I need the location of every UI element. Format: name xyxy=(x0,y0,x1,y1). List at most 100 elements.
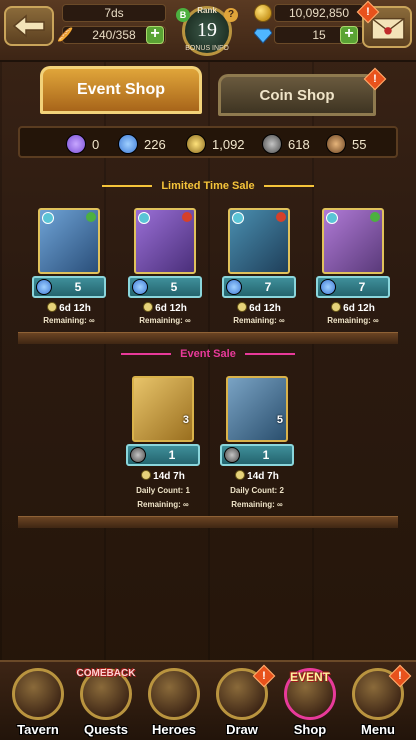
currency-value: 0 xyxy=(92,136,100,152)
help-icon[interactable]: ? xyxy=(224,8,238,22)
remaining-text: Remaining: ∞ xyxy=(327,316,379,325)
shelf-divider xyxy=(18,332,398,344)
currency-value: 55 xyxy=(352,136,367,152)
back-button[interactable] xyxy=(4,6,54,46)
price-bar: 5 xyxy=(128,276,202,298)
gray-medal-icon xyxy=(130,447,146,463)
nav-label: Shop xyxy=(293,722,327,737)
timer: 14d 7h xyxy=(220,470,294,482)
price-bar: 7 xyxy=(222,276,296,298)
diamond-icon xyxy=(254,28,272,44)
nav-heroes[interactable]: Heroes xyxy=(140,666,208,740)
gold-value: 10,092,850 xyxy=(288,6,350,20)
clock-icon xyxy=(237,302,248,312)
hero-card-icon xyxy=(322,208,384,274)
rank-badge[interactable]: Rank 19 BONUS INFO B ? xyxy=(174,2,240,60)
nav-label: Quests xyxy=(83,722,129,737)
tab-coin-shop-label: Coin Shop xyxy=(259,86,335,104)
clock-icon xyxy=(331,302,342,312)
bread-icon: 🥖 xyxy=(57,27,74,42)
hero-card-icon xyxy=(134,208,196,274)
price-bar: 1 xyxy=(220,444,294,466)
stamina-text: 240/358 xyxy=(92,28,136,42)
mail-button[interactable]: ! xyxy=(356,0,412,48)
nav-label: Tavern xyxy=(17,722,59,737)
shop-panel: Limited Time Sale 5 6d 12h Remaining: ∞ … xyxy=(18,164,398,528)
clock-icon xyxy=(143,302,154,312)
daily-count-text: Daily Count: 1 xyxy=(136,486,190,495)
remaining-text: Remaining: ∞ xyxy=(137,500,189,509)
currency-blue-orb: 226 xyxy=(118,133,166,155)
currency-gold-medal: 1,092 xyxy=(186,133,245,155)
gold-coin-icon xyxy=(254,4,272,22)
event-sale-title: Event Sale xyxy=(180,348,236,360)
tab-event-shop[interactable]: Event Shop xyxy=(40,66,202,114)
stamina-plus-button[interactable]: + xyxy=(146,26,164,44)
clock-icon xyxy=(235,470,246,480)
nav-quests[interactable]: COMEBACK Quests xyxy=(72,666,140,740)
gem-bowl-icon: 3 xyxy=(132,376,194,442)
timer: 6d 12h xyxy=(32,302,106,314)
currency-value: 226 xyxy=(144,136,166,152)
currency-bronze-medal: 55 xyxy=(326,133,366,155)
clock-icon xyxy=(141,470,152,480)
item-qty: 3 xyxy=(182,414,189,426)
blue-orb-icon xyxy=(320,279,336,295)
price-value: 5 xyxy=(170,280,178,294)
price-value: 1 xyxy=(262,448,270,462)
gem-value: 15 xyxy=(312,28,326,42)
blue-orb-icon xyxy=(226,279,242,295)
timer: 6d 12h xyxy=(222,302,296,314)
nav-tavern[interactable]: Tavern xyxy=(4,666,72,740)
hero-card-icon xyxy=(228,208,290,274)
purple-orb-icon xyxy=(66,134,86,154)
timer-text: 7ds xyxy=(104,6,124,20)
comeback-badge: COMEBACK xyxy=(76,668,136,679)
nav-draw[interactable]: ! Draw xyxy=(208,664,276,740)
gray-medal-icon xyxy=(224,447,240,463)
event-badge: EVENT xyxy=(289,670,330,684)
remaining-text: Remaining: ∞ xyxy=(231,500,283,509)
price-value: 5 xyxy=(74,280,82,294)
blue-orb-icon xyxy=(118,134,138,154)
game-screen: 7ds 🥖 240/358 + Rank 19 BONUS INFO B ? 1… xyxy=(0,0,416,740)
item-qty: 5 xyxy=(276,414,283,426)
limited-sale-header: Limited Time Sale xyxy=(18,180,398,192)
bronze-medal-icon xyxy=(326,134,346,154)
back-arrow-icon xyxy=(12,14,45,38)
rank-value: 19 xyxy=(197,19,217,41)
price-value: 7 xyxy=(264,280,272,294)
timer-text: 6d 12h xyxy=(249,303,281,314)
currency-gray-medal: 618 xyxy=(262,133,310,155)
timer-text: 6d 12h xyxy=(59,303,91,314)
heroes-icon xyxy=(148,668,200,720)
medal-item-icon: 5 xyxy=(226,376,288,442)
clock-icon xyxy=(47,302,58,312)
timer-text: 6d 12h xyxy=(155,303,187,314)
top-bar: 7ds 🥖 240/358 + Rank 19 BONUS INFO B ? 1… xyxy=(0,0,416,62)
bottom-nav: Tavern COMEBACK Quests Heroes ! Draw EVE… xyxy=(0,660,416,740)
limited-sale-title: Limited Time Sale xyxy=(161,180,255,192)
blue-orb-icon xyxy=(36,279,52,295)
gray-medal-icon xyxy=(262,134,282,154)
nav-label: Draw xyxy=(226,722,258,737)
blue-orb-icon xyxy=(132,279,148,295)
remaining-text: Remaining: ∞ xyxy=(43,316,95,325)
nav-menu[interactable]: ! Menu xyxy=(344,664,412,740)
tab-coin-shop[interactable]: Coin Shop ! xyxy=(218,67,387,116)
currency-value: 1,092 xyxy=(212,136,245,152)
currency-value: 618 xyxy=(288,136,310,152)
currency-purple-orb: 0 xyxy=(66,133,99,155)
gem-plus-button[interactable]: + xyxy=(340,26,358,44)
shelf-divider xyxy=(18,516,398,528)
nav-label: Heroes xyxy=(151,722,197,737)
tavern-icon xyxy=(12,668,64,720)
timer: 6d 12h xyxy=(316,302,390,314)
gold-medal-icon xyxy=(186,134,206,154)
event-sale-header: Event Sale xyxy=(18,348,398,360)
timer: 14d 7h xyxy=(126,470,200,482)
currency-bar: 0 226 1,092 618 55 xyxy=(18,126,398,158)
timer-text: 14d 7h xyxy=(247,471,279,482)
nav-shop[interactable]: EVENT Shop xyxy=(276,666,344,740)
timer-text: 14d 7h xyxy=(153,471,185,482)
